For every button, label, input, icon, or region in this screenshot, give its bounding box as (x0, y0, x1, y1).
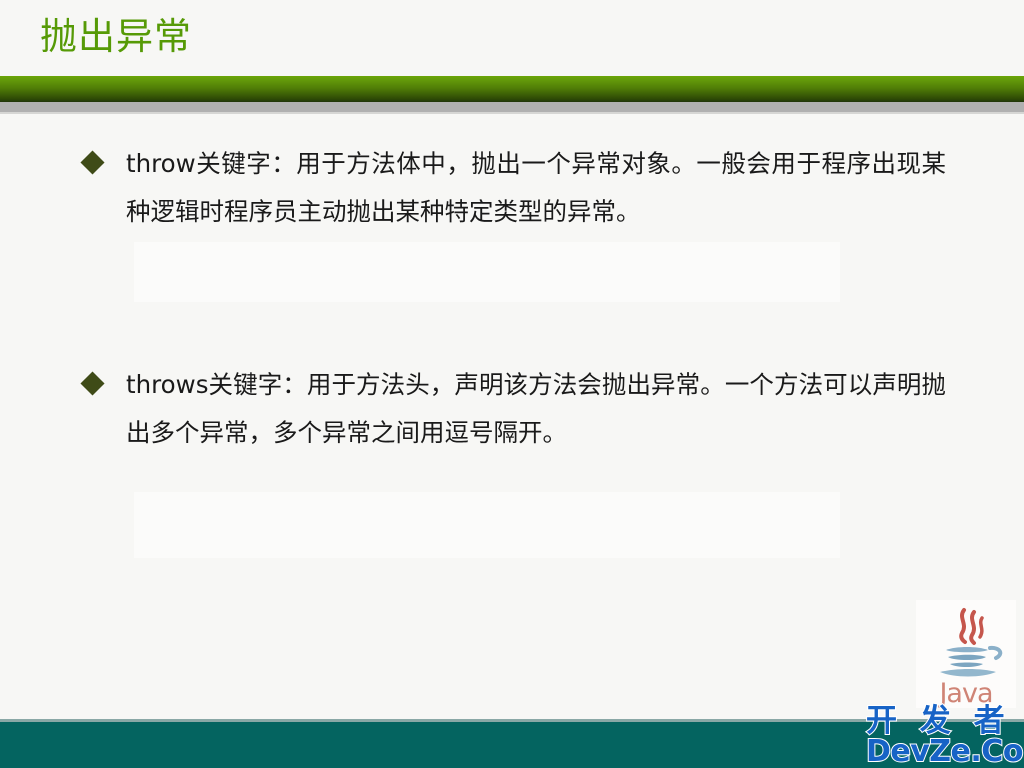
watermark-chinese-text: 开 发 者 (865, 703, 1011, 739)
slide-header: 抛出异常 (0, 0, 1024, 76)
bullet-text-2: throws关键字：用于方法头，声明该方法会抛出异常。一个方法可以声明抛出多个异… (126, 370, 946, 447)
watermark-site-text: DevZe.CoM (865, 734, 1024, 768)
diamond-bullet-icon (80, 150, 105, 175)
header-green-divider (0, 76, 1024, 102)
bullet-text-1: throw关键字：用于方法体中，抛出一个异常对象。一般会用于程序出现某种逻辑时程… (126, 149, 946, 226)
bullet-item-1: throw关键字：用于方法体中，抛出一个异常对象。一般会用于程序出现某种逻辑时程… (80, 140, 946, 236)
diamond-bullet-icon (80, 371, 105, 396)
watermark: 开 发 者 DevZe.CoM (865, 703, 1024, 768)
bullet-item-2: throws关键字：用于方法头，声明该方法会抛出异常。一个方法可以声明抛出多个异… (80, 361, 946, 457)
slide-body: throw关键字：用于方法体中，抛出一个异常对象。一般会用于程序出现某种逻辑时程… (0, 114, 1024, 718)
header-gray-divider (0, 102, 1024, 112)
bullet-row: throws关键字：用于方法头，声明该方法会抛出异常。一个方法可以声明抛出多个异… (80, 361, 946, 457)
bullet-row: throw关键字：用于方法体中，抛出一个异常对象。一般会用于程序出现某种逻辑时程… (80, 140, 946, 236)
slide: 抛出异常 throw关键字：用于方法体中，抛出一个异常对象。一般会用于程序出现某… (0, 0, 1024, 768)
code-block-throw: '' ' throw new RemoteException(); (134, 242, 840, 302)
page-title: 抛出异常 (40, 15, 192, 58)
code-block-throws: public void withdraw(double amount) thro… (134, 492, 840, 558)
java-logo: Java (916, 600, 1016, 709)
